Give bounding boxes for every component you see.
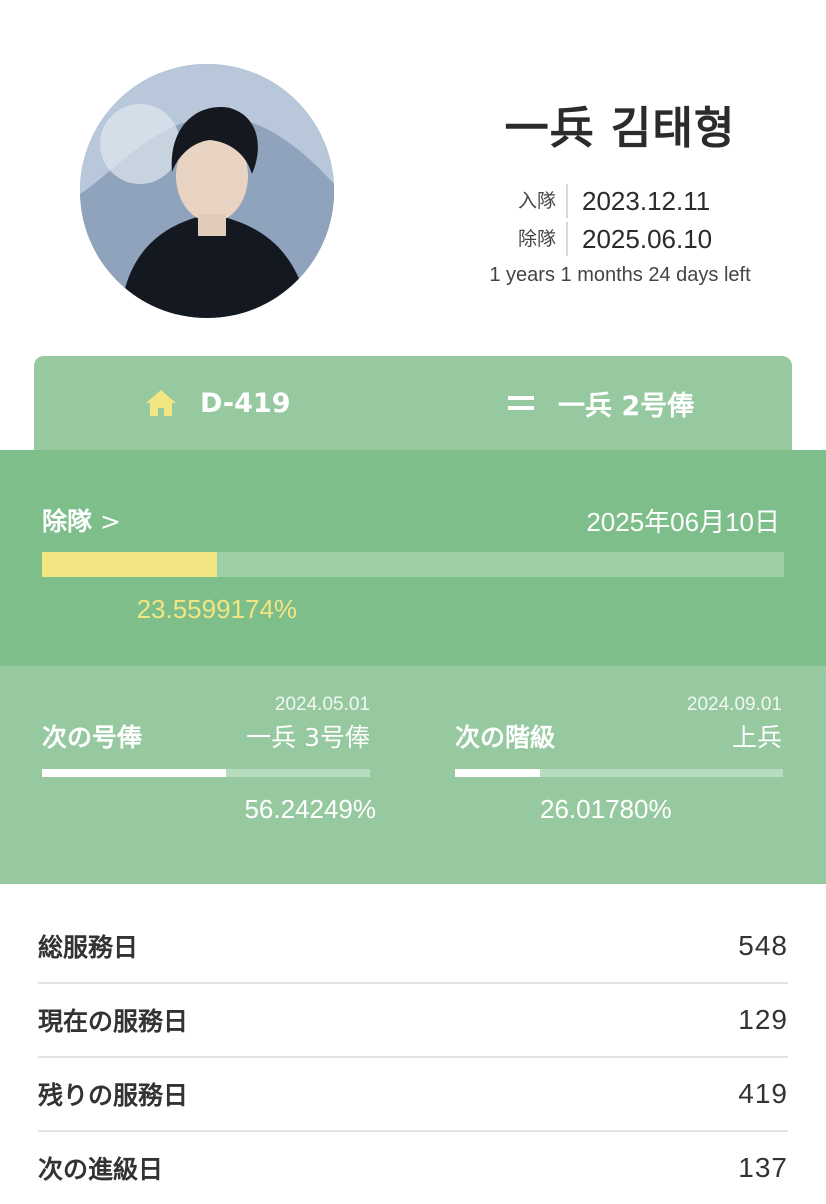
stat-label: 総服務日 (38, 933, 139, 962)
stat-label: 現在の服務日 (38, 1007, 189, 1036)
enlist-label: 入隊 (500, 184, 568, 218)
rank-pay-tab[interactable]: 一兵 2号俸 (506, 356, 694, 450)
next-rank-bar (455, 769, 783, 777)
stat-value: 129 (738, 1004, 788, 1035)
service-dates: 入隊 2023.12.11 除隊 2025.06.10 (500, 182, 712, 258)
dday-tab[interactable]: D-419 (144, 356, 290, 450)
discharge-row: 除隊 2025.06.10 (500, 220, 712, 258)
home-icon (144, 388, 178, 418)
next-pay-fill (42, 769, 227, 777)
dday-label: D-419 (200, 387, 291, 419)
next-rank-date: 2024.09.01 (686, 694, 782, 715)
discharge-progress-section: 除隊 > 2025年06月10日 23.5599174% (0, 450, 826, 666)
discharge-link[interactable]: 除隊 > (42, 502, 121, 538)
chevron-right-icon: > (100, 507, 121, 536)
equals-icon (506, 393, 536, 413)
next-rank-fill (455, 769, 541, 777)
next-pay-percent: 56.24249% (244, 794, 376, 824)
enlist-date: 2023.12.11 (582, 185, 711, 216)
service-stats-list: 総服務日 548 現在の服務日 129 残りの服務日 419 次の進級日 137 (38, 910, 788, 1204)
discharge-percent: 23.5599174% (136, 594, 298, 624)
next-rank-value: 上兵 (731, 723, 782, 752)
time-left-text: 1 years 1 months 24 days left (489, 264, 751, 286)
list-item: 残りの服務日 419 (38, 1058, 788, 1132)
stat-value: 137 (738, 1152, 788, 1183)
discharge-full-date: 2025年06月10日 (586, 507, 780, 537)
list-item: 次の進級日 137 (38, 1132, 788, 1204)
stat-label: 残りの服務日 (38, 1081, 189, 1110)
next-pay-value: 一兵 3号俸 (246, 723, 370, 752)
stat-label: 次の進級日 (38, 1155, 164, 1184)
avatar-image (80, 64, 334, 318)
discharge-progress-fill (42, 552, 217, 577)
next-pay-label: 次の号俸 (42, 723, 143, 752)
profile-avatar (80, 64, 334, 318)
enlist-row: 入隊 2023.12.11 (500, 182, 712, 220)
profile-name: 一兵 김태형 (504, 103, 736, 154)
next-rank-label: 次の階級 (455, 723, 556, 752)
next-rank-percent: 26.01780% (540, 794, 672, 824)
next-pay-date: 2024.05.01 (274, 694, 370, 715)
discharge-date: 2025.06.10 (582, 223, 713, 254)
discharge-label: 除隊 (500, 222, 568, 256)
list-item: 総服務日 548 (38, 910, 788, 984)
next-pay-bar (42, 769, 370, 777)
discharge-progress-bar (42, 552, 784, 577)
next-promotions-section: 2024.05.01 次の号俸 一兵 3号俸 56.24249% 2024.09… (0, 666, 826, 884)
discharge-progress-label: 除隊 (42, 507, 93, 536)
summary-tab-bar: D-419 一兵 2号俸 (34, 356, 792, 450)
rank-pay-label: 一兵 2号俸 (558, 390, 695, 422)
list-item: 現在の服務日 129 (38, 984, 788, 1058)
stat-value: 419 (738, 1078, 788, 1109)
stat-value: 548 (738, 930, 788, 961)
